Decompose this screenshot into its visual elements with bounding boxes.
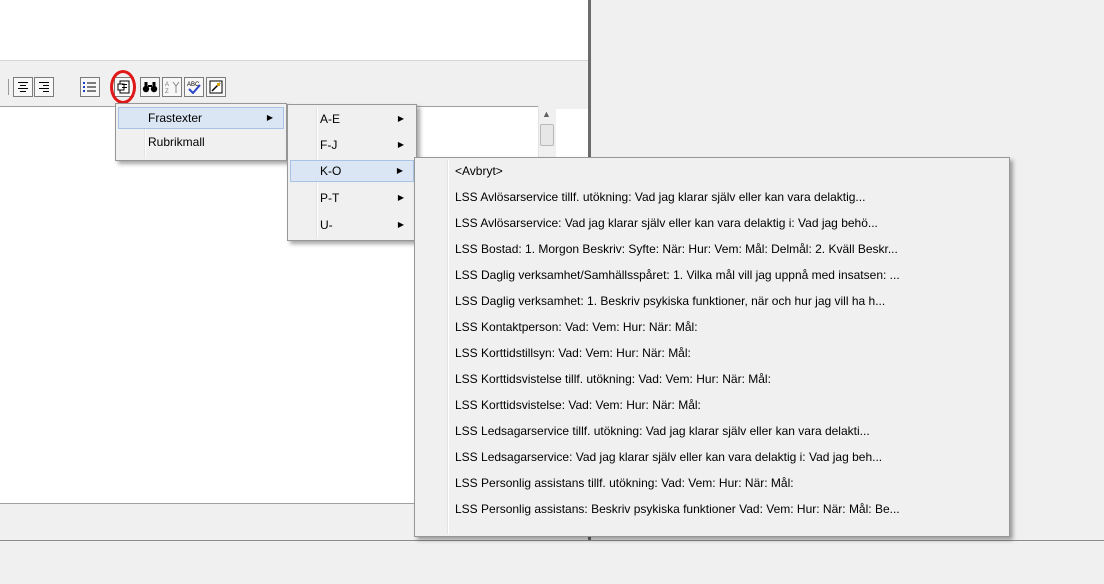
submenu-arrow-icon: ▶ xyxy=(397,220,404,229)
letters-submenu: A-E ▶ F-J ▶ K-O ▶ P-T ▶ U- ▶ xyxy=(287,104,417,241)
menu-item-label: A-E xyxy=(320,112,341,126)
phrase-item[interactable]: LSS Personlig assistans tillf. utökning:… xyxy=(417,472,1007,496)
phrase-item[interactable]: LSS Daglig verksamhet/Samhällsspåret: 1.… xyxy=(417,264,1007,288)
menu-item-u[interactable]: U- ▶ xyxy=(290,214,414,236)
phrase-item[interactable]: LSS Korttidsvistelse tillf. utökning: Va… xyxy=(417,368,1007,392)
phrase-item[interactable]: LSS Personlig assistans: Beskriv psykisk… xyxy=(417,498,1007,522)
menu-item-label: Rubrikmall xyxy=(148,135,205,149)
menu-item-label: F-J xyxy=(320,138,338,152)
menu-item-f-j[interactable]: F-J ▶ xyxy=(290,134,414,156)
menu-item-label: U- xyxy=(320,218,333,232)
menu-item-frastexter[interactable]: Frastexter ▶ xyxy=(118,107,284,129)
menu-item-label: P-T xyxy=(320,191,340,205)
menu-item-a-e[interactable]: A-E ▶ xyxy=(290,108,414,130)
find-button[interactable] xyxy=(140,77,160,97)
menu-item-k-o[interactable]: K-O ▶ xyxy=(290,160,414,182)
bottom-strip xyxy=(0,540,1104,584)
phrase-item[interactable]: LSS Bostad: 1. Morgon Beskriv: Syfte: Nä… xyxy=(417,238,1007,262)
phrase-texts-submenu: <Avbryt> LSS Avlösarservice tillf. utökn… xyxy=(414,157,1010,537)
menu-item-rubrikmall[interactable]: Rubrikmall xyxy=(118,131,284,153)
phrase-item[interactable]: LSS Korttidstillsyn: Vad: Vem: Hur: När:… xyxy=(417,342,1007,366)
submenu-arrow-icon: ▶ xyxy=(266,113,273,122)
image-tool-button[interactable] xyxy=(206,77,226,97)
submenu-arrow-icon: ▶ xyxy=(396,166,403,175)
highlight-circle xyxy=(110,70,136,104)
menu-item-avbryt[interactable]: <Avbryt> xyxy=(417,160,1007,184)
sort-icon: A Z xyxy=(165,81,180,94)
align-right-icon xyxy=(39,82,49,92)
bullet-list-button[interactable] xyxy=(80,77,100,97)
align-right-button[interactable] xyxy=(34,77,54,97)
phrase-item[interactable]: LSS Kontaktperson: Vad: Vem: Hur: När: M… xyxy=(417,316,1007,340)
align-center-button[interactable] xyxy=(13,77,33,97)
submenu-arrow-icon: ▶ xyxy=(397,140,404,149)
scroll-up-arrow-icon[interactable]: ▲ xyxy=(538,106,555,123)
binoculars-find-icon xyxy=(142,82,158,93)
submenu-arrow-icon: ▶ xyxy=(397,193,404,202)
align-center-icon xyxy=(18,82,28,92)
scrollbar-thumb[interactable] xyxy=(540,124,554,146)
spell-check-icon: ABC xyxy=(187,82,201,94)
menu-item-label: K-O xyxy=(320,164,342,178)
phrase-item[interactable]: LSS Avlösarservice: Vad jag klarar själv… xyxy=(417,212,1007,236)
phrase-item[interactable]: LSS Ledsagarservice: Vad jag klarar själ… xyxy=(417,446,1007,470)
phrase-item[interactable]: LSS Daglig verksamhet: 1. Beskriv psykis… xyxy=(417,290,1007,314)
phrase-item[interactable]: LSS Ledsagarservice tillf. utökning: Vad… xyxy=(417,420,1007,444)
svg-text:Z: Z xyxy=(165,89,169,94)
phrase-item[interactable]: LSS Korttidsvistelse: Vad: Vem: Hur: När… xyxy=(417,394,1007,418)
spell-check-button[interactable]: ABC xyxy=(184,77,204,97)
menu-item-label: Frastexter xyxy=(148,111,203,125)
svg-text:A: A xyxy=(165,82,169,88)
menu-item-p-t[interactable]: P-T ▶ xyxy=(290,187,414,209)
phrase-item[interactable]: LSS Avlösarservice tillf. utökning: Vad … xyxy=(417,186,1007,210)
context-menu: Frastexter ▶ Rubrikmall xyxy=(115,103,287,161)
submenu-arrow-icon: ▶ xyxy=(397,114,404,123)
toolbar-separator xyxy=(8,79,9,95)
sort-button[interactable]: A Z xyxy=(162,77,182,97)
image-tool-icon xyxy=(209,80,223,94)
bullet-list-icon xyxy=(83,82,96,92)
